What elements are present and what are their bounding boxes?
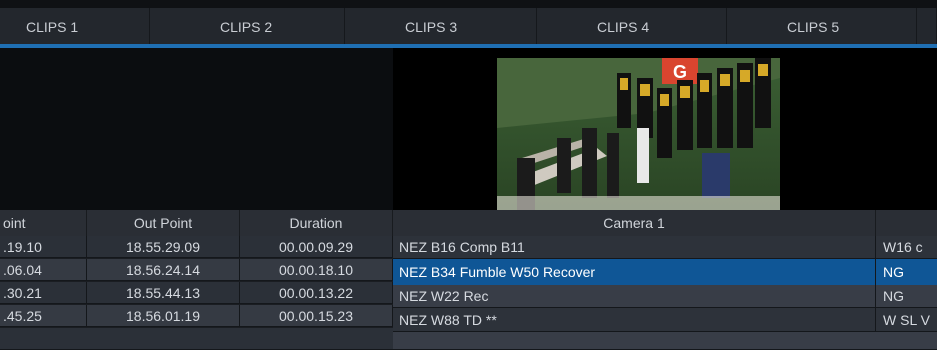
clip-name-cell: NEZ B34 Fumble W50 Recover — [393, 259, 876, 285]
clip-note-cell: NG — [883, 288, 904, 304]
out-point-cell: 18.55.29.09 — [87, 236, 240, 258]
duration-cell: 00.00.13.22 — [240, 282, 393, 304]
camera-video-thumbnail[interactable]: G — [497, 58, 780, 210]
football-sideline-image: G — [497, 58, 780, 210]
clip-timing-row-partial[interactable] — [0, 328, 393, 350]
tab-overflow[interactable] — [917, 8, 937, 46]
tab-clips-5[interactable]: CLIPS 5 — [727, 8, 917, 46]
clip-name-row[interactable]: NEZ B16 Comp B11 W16 c — [393, 236, 937, 259]
clip-name-cell: NEZ W88 TD ** — [393, 308, 876, 332]
clip-name-cell: NEZ W22 Rec — [393, 285, 876, 308]
clip-timing-row[interactable]: .19.10 18.55.29.09 00.00.09.29 — [0, 236, 393, 258]
clip-note-cell: NG — [876, 259, 937, 285]
duration-cell: 00.00.09.29 — [240, 236, 393, 258]
clip-note-cell: W SL V — [883, 312, 930, 328]
column-duration[interactable]: Duration — [240, 210, 393, 236]
tab-clips-2[interactable]: CLIPS 2 — [150, 8, 345, 46]
svg-text:G: G — [673, 62, 687, 82]
duration-cell: 00.00.15.23 — [240, 305, 393, 327]
clip-name-cell: NEZ B16 Comp B11 — [393, 236, 876, 259]
duration-cell: 00.00.18.10 — [240, 259, 393, 281]
column-in-point[interactable]: oint — [0, 210, 87, 236]
out-point-cell: 18.56.24.14 — [87, 259, 240, 281]
out-point-cell: 18.55.44.13 — [87, 282, 240, 304]
clip-table-header: oint Out Point Duration Camera 1 — [0, 210, 937, 236]
clip-timing-row[interactable]: .06.04 18.56.24.14 00.00.18.10 — [0, 259, 393, 281]
clip-note-cell: W16 c — [883, 239, 923, 255]
in-point-cell: .06.04 — [0, 259, 87, 281]
clips-tab-bar: CLIPS 1 CLIPS 2 CLIPS 3 CLIPS 4 CLIPS 5 — [0, 8, 937, 46]
clip-timing-row[interactable]: .30.21 18.55.44.13 00.00.13.22 — [0, 282, 393, 304]
clip-name-row-partial[interactable] — [393, 332, 937, 350]
tab-clips-1[interactable]: CLIPS 1 — [0, 8, 150, 46]
column-notes[interactable] — [876, 210, 937, 236]
tab-clips-3[interactable]: CLIPS 3 — [345, 8, 537, 46]
left-preview-area — [0, 48, 393, 210]
column-camera-1[interactable]: Camera 1 — [393, 210, 876, 236]
top-strip — [0, 0, 937, 8]
in-point-cell: .19.10 — [0, 236, 87, 258]
clip-timing-row[interactable]: .45.25 18.56.01.19 00.00.15.23 — [0, 305, 393, 327]
clip-name-row[interactable]: NEZ W88 TD ** W SL V — [393, 308, 937, 332]
out-point-cell: 18.56.01.19 — [87, 305, 240, 327]
clip-name-row-selected[interactable]: NEZ B34 Fumble W50 Recover NG — [393, 259, 937, 285]
in-point-cell: .30.21 — [0, 282, 87, 304]
clip-name-row[interactable]: NEZ W22 Rec NG — [393, 285, 937, 308]
in-point-cell: .45.25 — [0, 305, 87, 327]
tab-clips-4[interactable]: CLIPS 4 — [537, 8, 727, 46]
column-out-point[interactable]: Out Point — [87, 210, 240, 236]
